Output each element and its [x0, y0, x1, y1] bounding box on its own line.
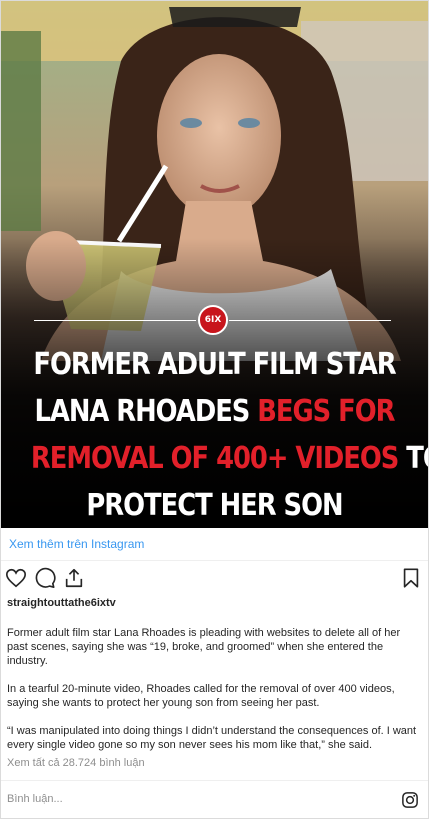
headline-rule-left	[34, 320, 196, 321]
comment-icon[interactable]	[34, 567, 56, 589]
caption-paragraph: Former adult film star Lana Rhoades is p…	[7, 627, 401, 667]
comment-input[interactable]: Bình luận...	[7, 793, 63, 805]
instagram-icon[interactable]	[401, 791, 419, 809]
action-bar	[1, 563, 428, 593]
heart-icon[interactable]	[5, 567, 27, 589]
bookmark-icon[interactable]	[400, 567, 422, 589]
view-more-on-instagram-link[interactable]: Xem thêm trên Instagram	[1, 529, 428, 561]
headline: FORMER ADULT FILM STAR LANA RHOADES BEGS…	[30, 341, 428, 528]
view-all-comments-link[interactable]: Xem tất cả 28.724 bình luận	[7, 757, 145, 769]
headline-line-3: REMOVAL OF 400+ VIDEOS TO	[30, 435, 428, 482]
headline-line-3-red: REMOVAL OF 400+ VIDEOS	[30, 441, 399, 476]
caption-paragraph: In a tearful 20-minute video, Rhoades ca…	[7, 683, 395, 709]
headline-line-2-white: LANA RHOADES	[34, 394, 258, 429]
share-icon[interactable]	[63, 567, 85, 589]
caption: Former adult film star Lana Rhoades is p…	[7, 626, 419, 766]
caption-paragraph: “I was manipulated into doing things I d…	[7, 725, 417, 751]
post-image[interactable]: 6IX FORMER ADULT FILM STAR LANA RHOADES …	[1, 1, 428, 528]
headline-line-1: FORMER ADULT FILM STAR	[33, 347, 396, 382]
comment-bar: Bình luận...	[1, 780, 428, 819]
headline-line-4: PROTECT HER SON	[86, 488, 343, 523]
headline-line-2: LANA RHOADES BEGS FOR	[31, 388, 398, 435]
instagram-embed-card: 6IX FORMER ADULT FILM STAR LANA RHOADES …	[0, 0, 429, 819]
brand-logo-badge: 6IX	[198, 305, 228, 335]
headline-rule-right	[229, 320, 391, 321]
headline-line-3-white: TO	[406, 441, 428, 476]
headline-line-2-red: BEGS FOR	[257, 394, 395, 429]
brand-logo-text: 6IX	[204, 315, 222, 325]
username-link[interactable]: straightouttathe6ixtv	[7, 597, 116, 609]
